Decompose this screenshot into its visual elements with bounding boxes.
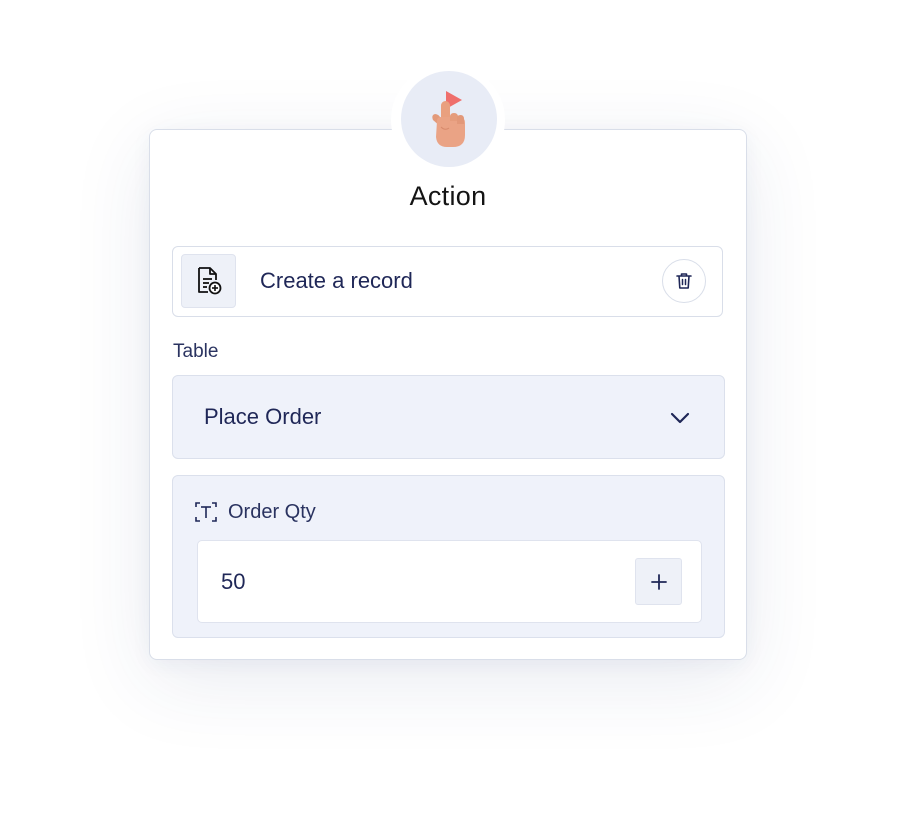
action-badge — [401, 71, 497, 167]
delete-action-button[interactable] — [662, 259, 706, 303]
field-mapping-panel: Order Qty — [172, 475, 725, 638]
table-select-value: Place Order — [204, 404, 322, 429]
insert-field-button[interactable] — [635, 558, 682, 605]
document-add-icon-box — [181, 254, 236, 308]
table-label: Table — [173, 341, 219, 362]
plus-icon — [650, 573, 667, 590]
order-qty-input[interactable] — [221, 569, 601, 595]
pointing-hand-play-icon — [432, 91, 465, 147]
chevron-down-icon — [670, 412, 690, 424]
action-label: Create a record — [260, 268, 413, 293]
document-add-icon — [197, 267, 221, 295]
order-qty-label: Order Qty — [228, 501, 316, 523]
page-title: Action — [409, 181, 487, 211]
table-select[interactable]: Place Order — [172, 375, 725, 459]
order-qty-input-box — [197, 540, 702, 623]
text-field-icon — [195, 502, 217, 522]
canvas: Action Create a record Table Place Order… — [0, 0, 897, 830]
action-item-create-record[interactable]: Create a record — [172, 246, 723, 317]
trash-icon — [676, 273, 692, 289]
